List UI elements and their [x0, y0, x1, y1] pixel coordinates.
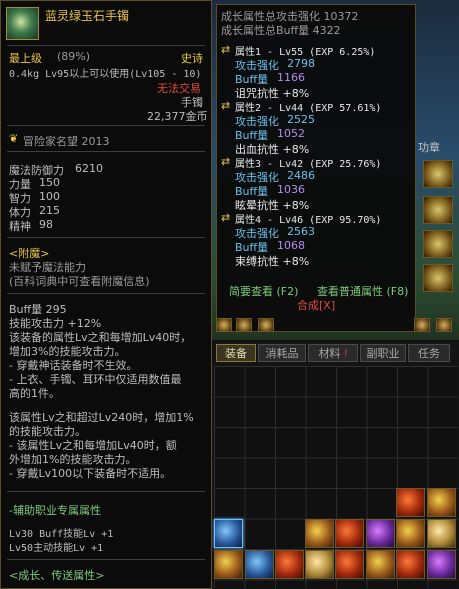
divider — [7, 237, 205, 238]
inventory-item[interactable] — [396, 550, 425, 579]
inventory-item[interactable] — [335, 519, 364, 548]
stat-intelligence-value: 100 — [39, 190, 60, 203]
resistance: 束缚抗性 +8% — [235, 255, 310, 268]
item-grade-percent: (89%) — [57, 50, 91, 63]
buff-value: 1052 — [277, 127, 305, 140]
item-weight-requirement: 0.4kg Lv95以上可以使用(Lv105 - 10) — [9, 69, 202, 80]
inventory-item[interactable] — [335, 550, 364, 579]
notification-badge: ! — [343, 349, 348, 359]
stat-spirit-value: 98 — [39, 218, 53, 231]
toolbar-icon[interactable] — [414, 318, 430, 332]
stat-magic-defense-value: 6210 — [75, 162, 103, 175]
item-price: 22,377金币 — [147, 110, 208, 123]
tab-materials-label: 材料 — [318, 347, 341, 360]
buff-value: 1068 — [277, 239, 305, 252]
attribute-header: 属性1 - Lv55 (EXP 6.25%) — [235, 47, 376, 58]
inventory-item[interactable] — [396, 488, 425, 517]
side-equipment-slot[interactable] — [423, 230, 453, 258]
assist-job-title: -辅助职业专属属性 — [9, 504, 101, 517]
effect-line: - 穿戴Lv100以下装备时不适用。 — [9, 467, 172, 480]
attack-value: 2525 — [287, 113, 315, 126]
item-grade: 最上级 — [9, 52, 42, 65]
shuffle-icon: ⇄ — [221, 43, 231, 56]
assist-line: Lv30 Buff技能Lv +1 — [9, 529, 114, 540]
inventory-item[interactable] — [396, 519, 425, 548]
stat-spirit-label: 精神 — [9, 220, 31, 233]
toolbar-icon[interactable] — [236, 318, 252, 332]
toolbar-icon[interactable] — [436, 318, 452, 332]
fame-icon: ❦ — [9, 132, 19, 145]
bracelet-icon — [6, 7, 39, 40]
shuffle-icon: ⇄ — [221, 211, 231, 224]
item-tooltip: 蓝灵绿玉石手镯 最上级 (89%) 史诗 0.4kg Lv95以上可以使用(Lv… — [0, 0, 212, 589]
divider — [7, 559, 205, 560]
combine-button[interactable]: 合成[X] — [297, 297, 335, 313]
tab-sub-job[interactable]: 副职业 — [360, 344, 406, 362]
inventory-item[interactable] — [366, 519, 395, 548]
shuffle-icon: ⇄ — [221, 155, 231, 168]
stat-vitality-value: 215 — [39, 204, 60, 217]
tab-equipment[interactable]: 装备 — [216, 344, 256, 362]
tab-quest[interactable]: 任务 — [408, 344, 450, 362]
tab-consumables[interactable]: 消耗品 — [258, 344, 306, 362]
buff-value: 1166 — [277, 71, 305, 84]
inventory-item[interactable] — [427, 519, 456, 548]
attack-value: 2486 — [287, 169, 315, 182]
toolbar-icon[interactable] — [258, 318, 274, 332]
item-rarity: 史诗 — [181, 52, 203, 65]
adventurer-fame: 冒险家名望 2013 — [23, 135, 110, 148]
divider — [7, 45, 205, 46]
background-button-label[interactable]: 功章 — [418, 139, 440, 155]
effect-line: 高的1件。 — [9, 387, 60, 400]
side-equipment-slot[interactable] — [423, 264, 453, 292]
divider — [7, 125, 205, 126]
assist-line: Lv50主动技能Lv +1 — [9, 543, 104, 554]
inventory-item-selected[interactable] — [214, 519, 243, 548]
item-name: 蓝灵绿玉石手镯 — [45, 9, 130, 23]
attack-value: 2798 — [287, 57, 315, 70]
inventory-item[interactable] — [275, 550, 304, 579]
inventory-item[interactable] — [305, 519, 334, 548]
growth-attributes-link[interactable]: <成长、传送属性> — [9, 567, 104, 583]
buff-value: 1036 — [277, 183, 305, 196]
inventory-item[interactable] — [245, 550, 274, 579]
total-buff: 成长属性总Buff量 4322 — [221, 24, 341, 37]
side-equipment-slot[interactable] — [423, 160, 453, 188]
attribute-header: 属性3 - Lv42 (EXP 25.76%) — [235, 159, 382, 170]
growth-attributes-tooltip: 成长属性总攻击强化 10372 成长属性总Buff量 4322 ⇄ 属性1 - … — [216, 4, 416, 332]
inventory-item[interactable] — [427, 488, 456, 517]
inventory-item[interactable] — [214, 550, 243, 579]
toolbar-icon[interactable] — [216, 318, 232, 332]
divider — [7, 293, 205, 294]
divider — [7, 151, 205, 152]
tab-materials[interactable]: 材料 ! — [308, 344, 358, 362]
inventory-item[interactable] — [366, 550, 395, 579]
attribute-header: 属性4 - Lv46 (EXP 95.70%) — [235, 215, 382, 226]
attack-value: 2563 — [287, 225, 315, 238]
attribute-header: 属性2 - Lv44 (EXP 57.61%) — [235, 103, 382, 114]
inventory-item[interactable] — [427, 550, 456, 579]
enchant-hint: (百科词典中可查看附魔信息) — [9, 275, 150, 288]
divider — [7, 491, 205, 492]
shuffle-icon: ⇄ — [221, 99, 231, 112]
brief-view-button[interactable]: 简要查看 (F2) — [229, 283, 298, 299]
side-equipment-slot[interactable] — [423, 196, 453, 224]
stat-strength-value: 150 — [39, 176, 60, 189]
inventory-item[interactable] — [305, 550, 334, 579]
